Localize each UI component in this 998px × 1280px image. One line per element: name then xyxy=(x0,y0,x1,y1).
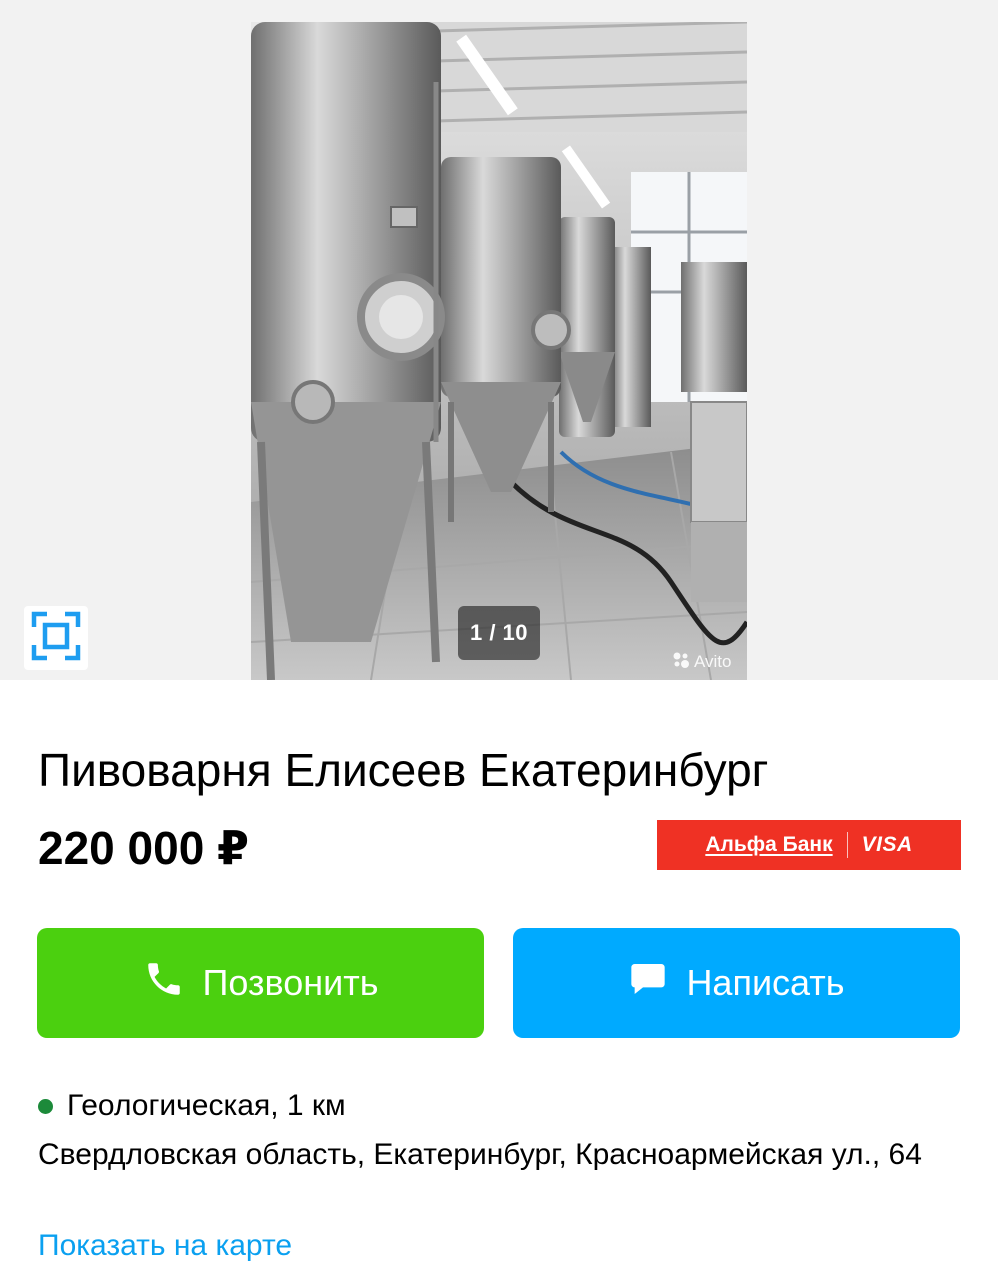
message-icon xyxy=(628,959,668,1008)
listing-photo[interactable] xyxy=(251,22,747,680)
write-button[interactable]: Написать xyxy=(513,928,960,1038)
address: Свердловская область, Екатеринбург, Крас… xyxy=(38,1138,922,1171)
bank-name: Альфа Банк xyxy=(705,833,833,856)
metro-station-text: Геологическая, 1 км xyxy=(67,1089,346,1122)
fullscreen-icon xyxy=(31,611,81,666)
watermark-text: Avito xyxy=(694,652,732,671)
photo-gallery[interactable]: 1 / 10 Avito xyxy=(0,0,998,680)
bank-ad-banner[interactable]: Альфа Банк VISA xyxy=(657,820,961,870)
photo-counter: 1 / 10 xyxy=(458,606,540,660)
phone-icon xyxy=(143,958,185,1009)
listing-price: 220 000 ₽ xyxy=(38,822,250,874)
call-button[interactable]: Позвонить xyxy=(37,928,484,1038)
call-button-label: Позвонить xyxy=(202,962,379,1003)
show-on-map-link[interactable]: Показать на карте xyxy=(38,1226,292,1266)
write-button-label: Написать xyxy=(686,962,845,1003)
metro-line-dot xyxy=(38,1098,53,1114)
metro-station: Геологическая, 1 км xyxy=(38,1086,346,1126)
listing-title: Пивоварня Елисеев Екатеринбург xyxy=(38,744,769,796)
avito-logo-icon xyxy=(672,651,690,674)
avito-watermark: Avito xyxy=(672,651,732,673)
fullscreen-button[interactable] xyxy=(24,606,88,670)
banner-divider xyxy=(846,832,848,858)
card-brand: VISA xyxy=(861,833,913,856)
